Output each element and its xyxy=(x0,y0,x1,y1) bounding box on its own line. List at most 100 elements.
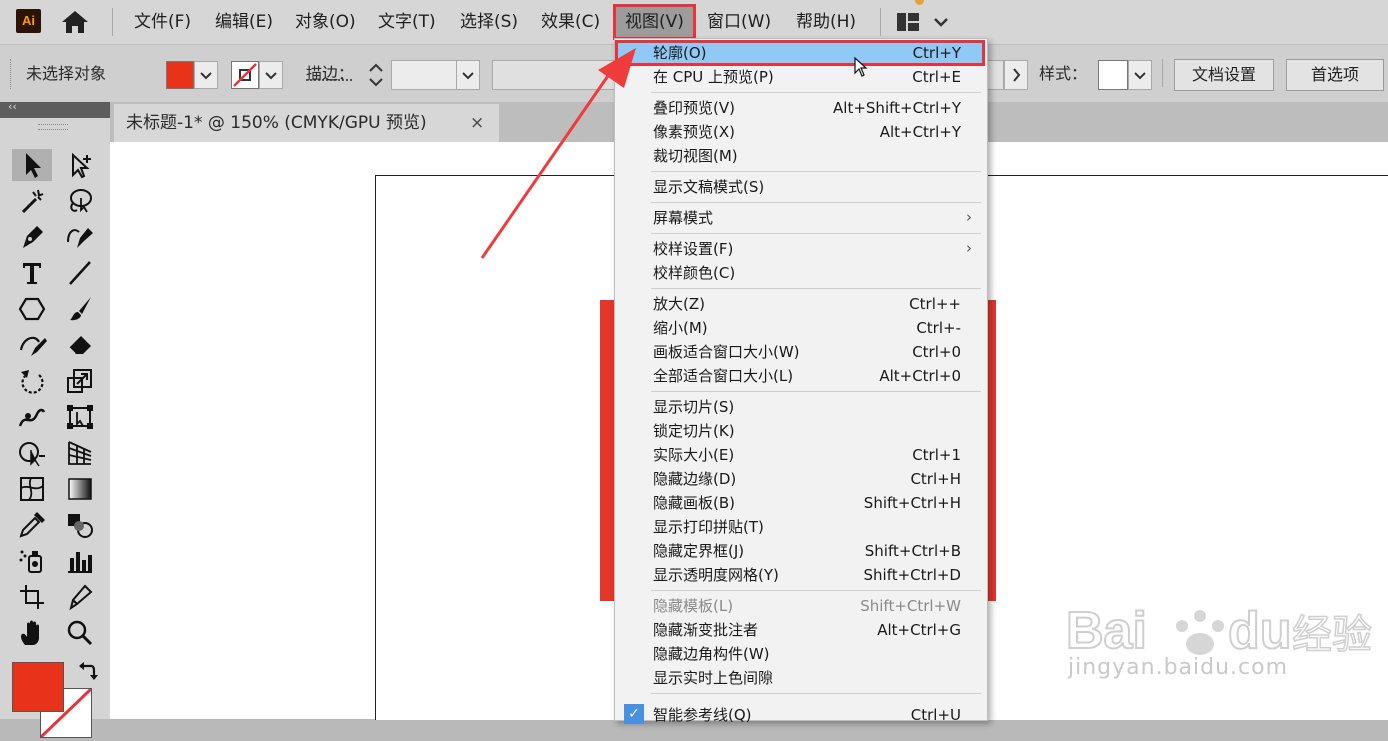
scale-tool-icon[interactable] xyxy=(60,365,100,397)
menu-separator xyxy=(651,202,981,203)
blend-tool-icon[interactable] xyxy=(60,509,100,541)
stroke-label[interactable]: 描边： xyxy=(306,45,354,103)
watermark-url: jingyan.baidu.com xyxy=(1068,655,1289,680)
preferences-button[interactable]: 首选项 xyxy=(1286,59,1384,91)
menu-item-lock-slices[interactable]: 锁定切片(K) xyxy=(616,419,984,443)
menu-item-hide-edges[interactable]: 隐藏边缘(D) Ctrl+H xyxy=(616,467,984,491)
perspective-grid-tool-icon[interactable] xyxy=(60,437,100,469)
menu-item-show-print-tiling[interactable]: 显示打印拼贴(T) xyxy=(616,515,984,539)
stroke-weight-dropdown[interactable] xyxy=(456,60,480,90)
fill-swatch[interactable] xyxy=(12,662,64,712)
lasso-tool-icon[interactable] xyxy=(60,185,100,217)
menu-type[interactable]: 文字(T) xyxy=(378,0,436,44)
swap-fill-stroke-icon[interactable] xyxy=(76,662,98,684)
eraser-tool-icon[interactable] xyxy=(60,329,100,361)
graphic-style-dropdown[interactable] xyxy=(1128,60,1152,90)
menu-item-overprint-preview[interactable]: 叠印预览(V) Alt+Shift+Ctrl+Y xyxy=(616,96,984,120)
menu-separator xyxy=(651,391,981,392)
artboard-tool-icon[interactable] xyxy=(12,581,52,613)
stroke-color-swatch[interactable] xyxy=(231,61,259,89)
menu-item-proof-colors[interactable]: 校样颜色(C) xyxy=(616,261,984,285)
type-tool-icon[interactable] xyxy=(12,257,52,289)
menu-item-smart-guides[interactable]: ✓ 智能参考线(Q) Ctrl+U xyxy=(616,703,984,727)
eyedropper-tool-icon[interactable] xyxy=(12,509,52,541)
fill-dropdown[interactable] xyxy=(194,61,218,89)
menu-effect[interactable]: 效果(C) xyxy=(541,0,600,44)
column-graph-tool-icon[interactable] xyxy=(60,545,100,577)
menu-item-fit-artboard[interactable]: 画板适合窗口大小(W) Ctrl+0 xyxy=(616,340,984,364)
stroke-weight-input[interactable] xyxy=(391,60,457,90)
menubar-divider xyxy=(880,8,881,36)
magic-wand-tool-icon[interactable] xyxy=(12,185,52,217)
menu-item-show-live-paint-gaps[interactable]: 显示实时上色间隙 xyxy=(616,666,984,690)
polygon-tool-icon[interactable] xyxy=(12,293,52,325)
document-tab[interactable]: 未标题-1* @ 150% (CMYK/GPU 预览) × xyxy=(114,104,499,142)
app-logo: Ai xyxy=(16,9,41,33)
shape-builder-tool-icon[interactable] xyxy=(12,437,52,469)
menu-item-show-slices[interactable]: 显示切片(S) xyxy=(616,395,984,419)
rotate-tool-icon[interactable] xyxy=(12,365,52,397)
variable-width-profile[interactable] xyxy=(492,60,616,90)
close-icon[interactable]: × xyxy=(470,104,484,142)
graphic-style-swatch[interactable] xyxy=(1098,60,1128,90)
zoom-tool-icon[interactable] xyxy=(60,617,100,649)
direct-selection-tool-icon[interactable] xyxy=(60,149,100,181)
notification-dot xyxy=(915,0,924,5)
stroke-dropdown[interactable] xyxy=(259,61,283,89)
document-setup-button[interactable]: 文档设置 xyxy=(1174,59,1274,91)
workspace-switcher-icon[interactable] xyxy=(895,10,953,34)
menu-item-proof-setup[interactable]: 校样设置(F) › xyxy=(616,237,984,261)
brush-field-edge[interactable] xyxy=(986,60,1004,90)
hand-tool-icon[interactable] xyxy=(12,617,52,649)
home-icon[interactable] xyxy=(60,9,90,35)
menu-item-hide-gradient-annotator[interactable]: 隐藏渐变批注者 Alt+Ctrl+G xyxy=(616,618,984,642)
menu-item-pixel-preview[interactable]: 像素预览(X) Alt+Ctrl+Y xyxy=(616,120,984,144)
toolbar-header[interactable]: ‹‹ xyxy=(0,100,110,118)
selection-tool-icon[interactable] xyxy=(12,149,52,181)
menu-item-show-transparency-grid[interactable]: 显示透明度网格(Y) Shift+Ctrl+D xyxy=(616,563,984,587)
menu-item-actual-size[interactable]: 实际大小(E) Ctrl+1 xyxy=(616,443,984,467)
panel-grip[interactable] xyxy=(10,59,13,89)
mesh-tool-icon[interactable] xyxy=(12,473,52,505)
menu-separator xyxy=(651,92,981,93)
menu-item-presentation-mode[interactable]: 显示文稿模式(S) xyxy=(616,175,984,199)
menu-select[interactable]: 选择(S) xyxy=(460,0,518,44)
menu-separator xyxy=(651,233,981,234)
menu-file[interactable]: 文件(F) xyxy=(134,0,191,44)
menu-separator xyxy=(651,590,981,591)
menu-object[interactable]: 对象(O) xyxy=(295,0,356,44)
symbol-sprayer-tool-icon[interactable] xyxy=(12,545,52,577)
menu-separator xyxy=(651,171,981,172)
free-transform-tool-icon[interactable] xyxy=(60,401,100,433)
mouse-cursor-icon xyxy=(854,57,868,77)
menu-item-fit-all[interactable]: 全部适合窗口大小(L) Alt+Ctrl+0 xyxy=(616,364,984,388)
paintbrush-tool-icon[interactable] xyxy=(60,293,100,325)
menu-item-screen-mode[interactable]: 屏幕模式 › xyxy=(616,206,984,230)
gradient-tool-icon[interactable] xyxy=(60,473,100,505)
menu-separator xyxy=(651,693,981,694)
menu-item-outline[interactable]: 轮廓(O) Ctrl+Y xyxy=(615,40,985,66)
pen-tool-icon[interactable] xyxy=(12,221,52,253)
menu-item-zoom-out[interactable]: 缩小(M) Ctrl+- xyxy=(616,316,984,340)
menubar-divider xyxy=(112,8,113,36)
menu-edit[interactable]: 编辑(E) xyxy=(215,0,273,44)
menu-item-hide-artboards[interactable]: 隐藏画板(B) Shift+Ctrl+H xyxy=(616,491,984,515)
collapse-icon[interactable]: ‹‹ xyxy=(8,100,17,113)
stroke-weight-stepper[interactable] xyxy=(364,59,388,91)
width-tool-icon[interactable] xyxy=(12,401,52,433)
menu-item-hide-bounding-box[interactable]: 隐藏定界框(J) Shift+Ctrl+B xyxy=(616,539,984,563)
shaper-tool-icon[interactable] xyxy=(12,329,52,361)
menu-view[interactable]: 视图(V) xyxy=(613,4,696,40)
submenu-chevron-icon: › xyxy=(966,208,972,226)
brush-next-arrow[interactable] xyxy=(1004,60,1028,90)
curvature-tool-icon[interactable] xyxy=(60,221,100,253)
menu-item-cpu-preview[interactable]: 在 CPU 上预览(P) Ctrl+E xyxy=(616,65,984,89)
line-segment-tool-icon[interactable] xyxy=(60,257,100,289)
menu-item-zoom-in[interactable]: 放大(Z) Ctrl++ xyxy=(616,292,984,316)
controlbar-divider xyxy=(1162,59,1163,87)
fill-color-swatch[interactable] xyxy=(166,61,194,89)
slice-tool-icon[interactable] xyxy=(60,581,100,613)
menu-item-hide-corner-widget[interactable]: 隐藏边角构件(W) xyxy=(616,642,984,666)
menu-item-trim-view[interactable]: 裁切视图(M) xyxy=(616,144,984,168)
panel-grip[interactable] xyxy=(38,124,68,130)
